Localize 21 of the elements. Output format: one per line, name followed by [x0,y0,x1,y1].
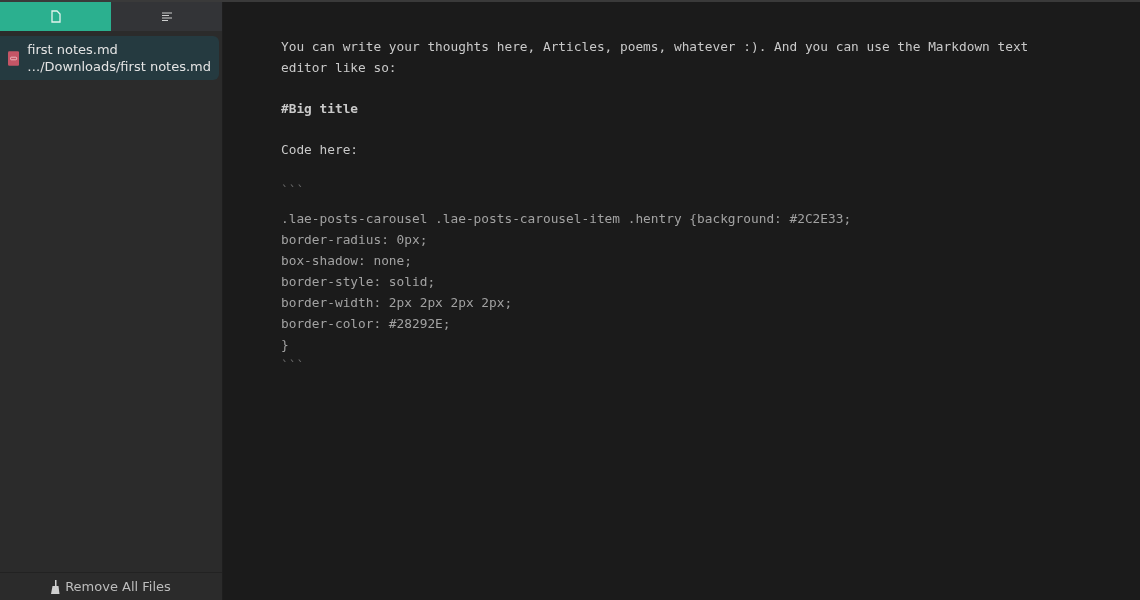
code-line: border-style: solid; [281,273,437,291]
code-line: border-width: 2px 2px 2px 2px; [281,294,514,312]
paragraph-text: Code here: [281,141,360,159]
code-line: box-shadow: none; [281,252,413,270]
outline-tab[interactable] [111,2,222,31]
files-tab[interactable] [0,2,111,31]
file-name: first notes.md [27,42,119,57]
file-item[interactable]: first notes.md …/Downloads/first notes.md [0,36,219,80]
document-icon [50,10,61,23]
paragraph-text: You can write your thoughts here, Articles, poems, whatever :). And you can use the Markdown text editor like so: [281,38,1030,77]
broom-icon [51,579,61,594]
code-fence: ``` [281,357,306,375]
code-line: } [281,336,290,354]
code-line: border-color: #28292E; [281,315,452,333]
file-path: …/Downloads/first notes.md [27,59,211,74]
markdown-file-icon [8,49,20,67]
code-line: border-radius: 0px; [281,231,429,249]
heading-text: #Big title [281,100,360,118]
code-fence: ``` [281,182,306,200]
code-line: .lae-posts-carousel .lae-posts-carousel-item .hentry {background: #2C2E33; [281,210,853,228]
outline-icon [160,11,173,22]
